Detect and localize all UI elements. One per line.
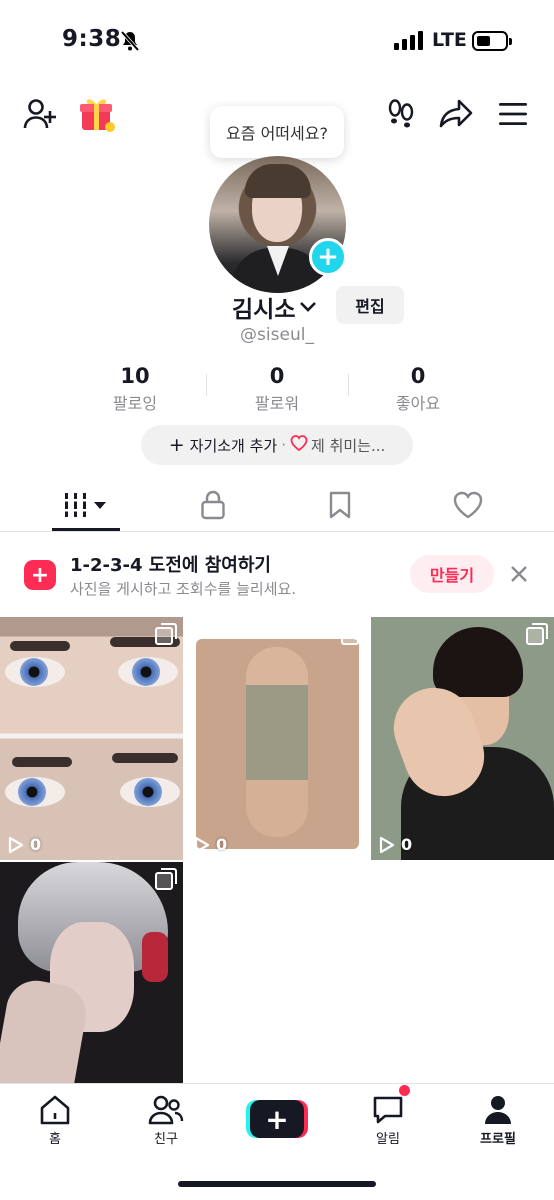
add-bio-button[interactable]: + 자기소개 추가 · 제 취미는... [141,425,413,465]
post-thumbnail[interactable]: 0 [186,617,369,860]
multi-photo-icon [526,623,548,645]
inbox-icon [373,1096,403,1124]
close-icon[interactable] [508,563,530,589]
create-button[interactable]: 만들기 [410,555,494,593]
active-tab-indicator [52,528,120,531]
nav-inbox[interactable]: 알림 [343,1094,433,1147]
signal-icon [394,31,423,50]
nav-label: 친구 [154,1132,178,1147]
stat-value: 10 [120,364,150,388]
view-count: 0 [8,835,41,854]
heart-outline-icon [290,435,308,455]
status-prompt-bubble[interactable]: 요즘 어떠세요? [210,106,344,158]
profile-name: 김시소 [232,297,296,323]
plus-icon: + [168,434,185,456]
challenge-banner[interactable]: + 1-2-3-4 도전에 참여하기 사진을 게시하고 조회수를 늘리세요. 만… [0,533,554,617]
post-thumbnail[interactable]: 0 [0,617,183,860]
profile-icon [485,1096,511,1124]
status-bar: 9:38 LTE [0,0,554,84]
friends-icon [148,1095,184,1125]
network-type: LTE [432,29,467,51]
nav-profile[interactable]: 프로필 [453,1094,543,1147]
view-count: 0 [379,835,412,854]
edit-profile-button[interactable]: 편집 [336,286,404,324]
tab-liked[interactable] [428,486,508,524]
stat-divider [206,374,207,396]
status-time: 9:38 [62,26,122,52]
nav-label: 프로필 [480,1132,516,1147]
camera-plus-icon: + [24,560,56,590]
multi-photo-icon [341,623,363,645]
home-indicator [178,1181,376,1187]
stat-label: 팔로워 [254,394,300,413]
stat-following[interactable]: 10 팔로잉 [65,364,205,414]
stat-value: 0 [410,364,426,388]
footprint-icon[interactable] [384,96,418,130]
play-icon [194,836,210,853]
chevron-down-icon [299,298,317,317]
play-icon [379,836,395,853]
view-count-value: 0 [30,835,42,854]
notification-badge [399,1085,410,1096]
post-thumbnail[interactable]: 0 [371,617,554,860]
multi-photo-icon [155,868,177,890]
play-icon [8,836,24,853]
nav-friends[interactable]: 친구 [121,1094,211,1147]
stat-divider [348,374,349,396]
stat-label: 팔로잉 [112,394,158,413]
banner-title: 1-2-3-4 도전에 참여하기 [70,555,271,576]
view-count-value: 0 [401,835,413,854]
stat-value: 0 [269,364,285,388]
add-friend-icon[interactable] [22,96,58,132]
home-icon [40,1095,70,1125]
stat-label: 좋아요 [395,394,441,413]
bell-muted-icon [120,30,140,56]
add-bio-label: 자기소개 추가 [189,436,278,455]
nav-home[interactable]: 홈 [10,1094,100,1147]
menu-icon[interactable] [496,98,530,130]
nav-label: 알림 [376,1132,400,1147]
stat-likes[interactable]: 0 좋아요 [348,364,488,414]
create-icon: + [250,1100,304,1138]
view-count: 0 [194,835,227,854]
share-icon[interactable] [438,96,474,130]
gift-icon[interactable] [78,94,116,134]
profile-name-row[interactable]: 김시소 [232,290,317,324]
profile-handle: @siseul_ [240,325,314,345]
bio-separator: · [281,436,286,454]
content-tabs [0,478,554,532]
nav-label: 홈 [49,1132,61,1147]
tab-posts[interactable] [46,486,126,524]
view-count-value: 0 [216,835,228,854]
stat-followers[interactable]: 0 팔로워 [207,364,347,414]
post-thumbnail[interactable] [0,862,183,1083]
create-post-button[interactable]: + [246,1100,308,1138]
battery-icon [472,31,512,51]
tab-saved[interactable] [300,486,380,524]
tab-private[interactable] [173,486,253,524]
add-avatar-plus-icon[interactable]: + [309,238,347,276]
bio-hint: 제 취미는... [311,436,386,455]
banner-subtitle: 사진을 게시하고 조회수를 늘리세요. [70,580,297,598]
multi-photo-icon [155,623,177,645]
